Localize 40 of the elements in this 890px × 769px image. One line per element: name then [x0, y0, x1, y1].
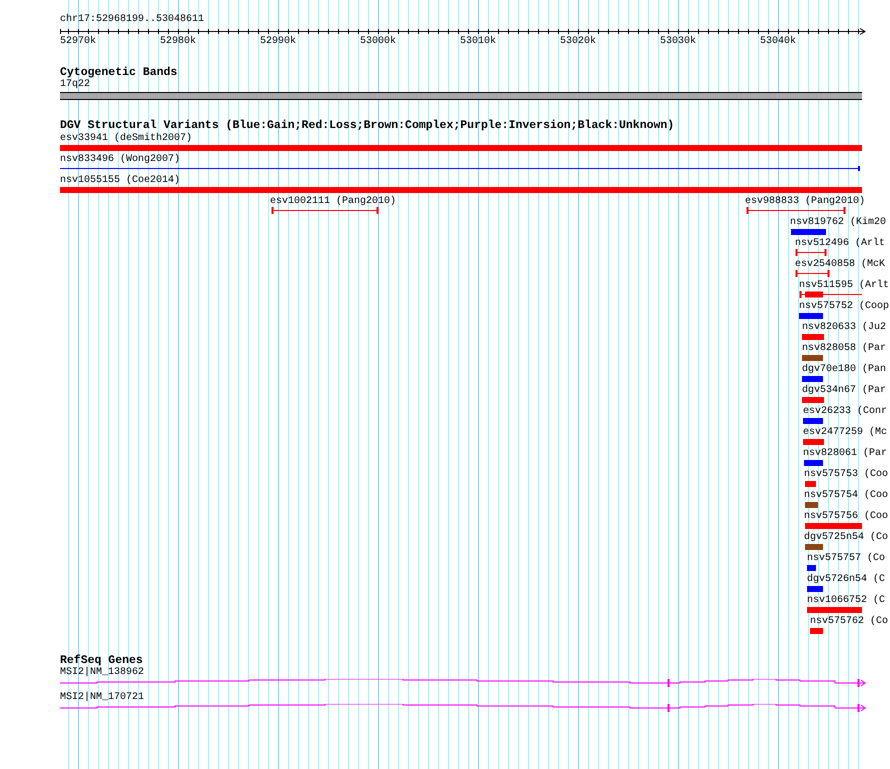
ruler-tick-label: 52990k — [260, 36, 296, 48]
track-title: Cytogenetic Bands — [60, 67, 178, 79]
variant-label: nsv828061 (Par — [803, 448, 888, 460]
variant-label: nsv833496 (Wong2007) — [60, 154, 180, 166]
ruler-tick-label: 53010k — [460, 36, 496, 48]
track-title: RefSeq Genes — [60, 655, 143, 667]
variant-label: nsv575753 (Coo — [804, 469, 888, 481]
variant-label: nsv575762 (Co — [810, 616, 888, 628]
variant-label: esv988833 (Pang2010) — [745, 196, 866, 208]
ruler-tick-label: 52970k — [60, 36, 96, 48]
variant-label: dgv5726n54 (C — [807, 574, 886, 586]
variant-label: nsv575756 (Coo — [804, 511, 888, 523]
gene-label: MSI2|NM_170721 — [60, 692, 146, 704]
coordinate-range: chr17:52968199..53048611 — [60, 14, 206, 26]
variant-label: nsv1066752 (C — [807, 595, 886, 607]
variant-label: esv2540858 (McK — [795, 259, 886, 271]
variant-label: nsv1055155 (Coe2014) — [60, 175, 180, 187]
variant-label: nsv820633 (Ju2 — [802, 322, 886, 334]
variant-label: nsv511595 (Arlt — [799, 280, 890, 292]
variant-label: nsv819762 (Kim20 — [790, 217, 886, 229]
ruler-tick-label: 52980k — [160, 36, 196, 48]
variant-label: nsv828058 (Par — [802, 343, 886, 355]
variant-label: dgv5725n54 (Co — [804, 532, 888, 544]
track-title: DGV Structural Variants (Blue:Gain;Red:Loss;Brown:Complex;Purple:Inversion;Black:Unknown) — [60, 120, 676, 132]
variant-label: nsv512496 (Arlt — [795, 238, 886, 250]
band-label: 17q22 — [60, 79, 92, 91]
variant-label: esv2477259 (Mc — [803, 427, 888, 439]
ruler-tick-label: 53000k — [360, 36, 396, 48]
variant-label: esv26233 (Conr — [803, 406, 888, 418]
gene-label: MSI2|NM_138962 — [60, 667, 146, 679]
variant-label: nsv575754 (Coo — [804, 490, 888, 502]
variant-label: dgv70e180 (Pan — [802, 364, 886, 376]
ruler-tick-label: 53020k — [560, 36, 596, 48]
variant-label: nsv575752 (Coop — [799, 301, 890, 313]
variant-label: esv33941 (deSmith2007) — [60, 133, 192, 145]
ruler-tick-label: 53040k — [760, 36, 796, 48]
variant-label: nsv575757 (Co — [807, 553, 886, 565]
variant-label: esv1002111 (Pang2010) — [270, 196, 396, 208]
ruler-tick-label: 53030k — [660, 36, 696, 48]
variant-label: dgv534n67 (Par — [802, 385, 886, 397]
